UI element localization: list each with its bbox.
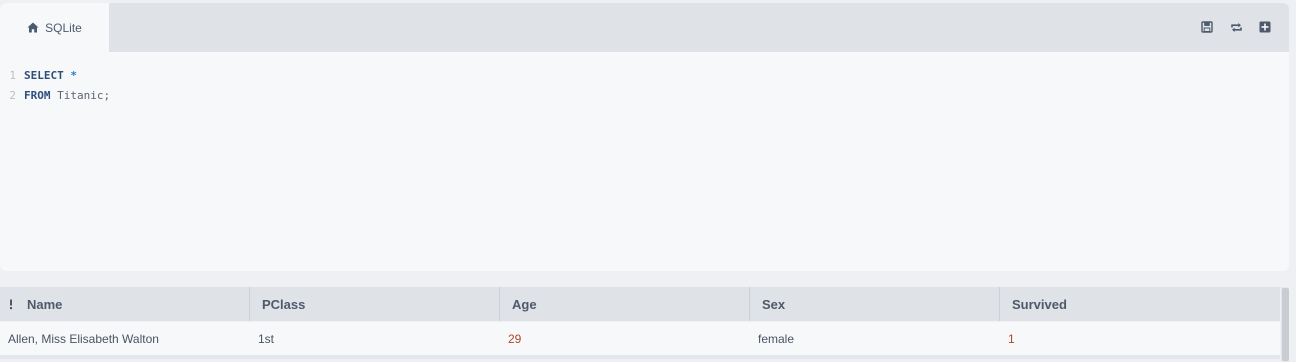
code-line: 1 SELECT * — [0, 66, 1289, 86]
home-icon — [27, 22, 39, 33]
cell-name: Allen, Miss Elisabeth Walton — [8, 331, 159, 346]
grid-header: Name PClass Age Sex Survived — [0, 287, 1280, 321]
add-icon[interactable] — [1258, 20, 1272, 34]
column-label: Age — [512, 296, 537, 312]
results-grid: Name PClass Age Sex Survived Allen, Miss… — [0, 287, 1280, 362]
table-row[interactable]: Allen, Miss Elisabeth Walton 1st 29 fema… — [0, 322, 1280, 359]
line-number: 1 — [9, 69, 16, 82]
column-label: Survived — [1012, 296, 1067, 312]
column-header-sex[interactable]: Sex — [750, 287, 1000, 321]
tab-label: SQLite — [45, 20, 82, 35]
column-label: PClass — [262, 296, 306, 312]
kebab-icon[interactable] — [0, 299, 22, 310]
editor-toolbar — [1200, 20, 1272, 34]
tab-sqlite[interactable]: SQLite — [0, 3, 109, 52]
code-line: 2 FROM Titanic; — [0, 86, 1289, 106]
column-header-pclass[interactable]: PClass — [250, 287, 500, 321]
column-label: Name — [27, 296, 63, 312]
save-icon[interactable] — [1200, 20, 1214, 34]
cell-sex: female — [758, 331, 795, 346]
code-editor[interactable]: 1 SELECT * 2 FROM Titanic; — [0, 66, 1289, 106]
column-header-age[interactable]: Age — [500, 287, 750, 321]
refresh-icon[interactable] — [1229, 20, 1243, 34]
line-number: 2 — [9, 89, 16, 102]
column-header-name[interactable]: Name — [0, 287, 250, 321]
cell-pclass: 1st — [258, 331, 275, 346]
sql-keyword: SELECT — [24, 69, 64, 82]
sql-identifier: Titanic; — [57, 89, 111, 102]
cell-survived: 1 — [1008, 331, 1015, 346]
tab-bar: SQLite — [0, 3, 1289, 52]
scrollbar-thumb[interactable] — [1282, 288, 1289, 361]
sql-editor-panel: SQLite 1 SELECT * 2 FROM Titanic; — [0, 3, 1289, 271]
cell-age: 29 — [508, 331, 522, 346]
column-label: Sex — [762, 296, 786, 312]
sql-operator: * — [70, 69, 77, 82]
column-header-survived[interactable]: Survived — [1000, 287, 1280, 321]
sql-keyword: FROM — [24, 89, 51, 102]
